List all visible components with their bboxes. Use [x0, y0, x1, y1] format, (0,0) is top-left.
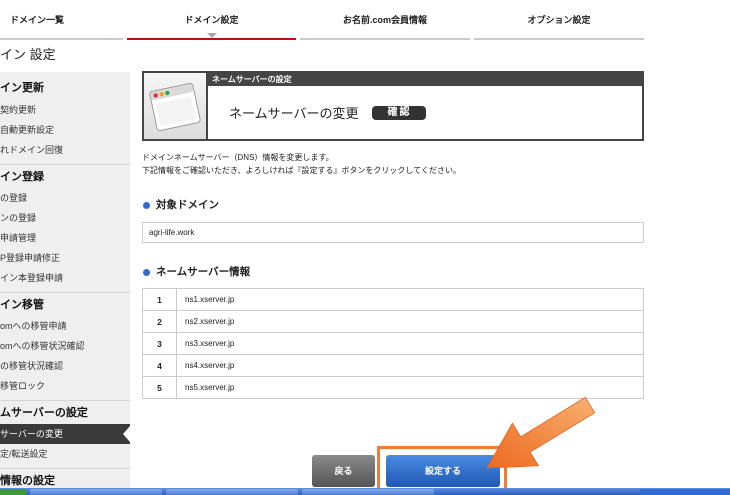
target-domain-value: agri-life.work — [142, 222, 644, 243]
sidebar-heading-registration: イン登録 — [0, 164, 130, 188]
window-icon-group — [149, 82, 201, 132]
tab-label: オプション設定 — [527, 15, 591, 25]
sidebar-section-transfer: イン移管 omへの移管申請 omへの移管状況確認 の移管状況確認 移管ロック — [0, 292, 130, 396]
description-line: 下記情報をご確認いただき、よろしければ『設定する』ボタンをクリックしてください。 — [142, 166, 461, 175]
sidebar-item-application-management[interactable]: 申請管理 — [0, 228, 130, 248]
tab-option-settings[interactable]: オプション設定 — [474, 0, 644, 40]
tab-label: ドメイン設定 — [184, 15, 239, 25]
panel-body: ネームサーバーの変更 確認 — [208, 86, 642, 139]
taskbar-button[interactable] — [30, 489, 162, 495]
page-header-panel: ネームサーバーの設定 ネームサーバーの変更 確認 — [142, 71, 644, 141]
row-number: 2 — [142, 310, 177, 333]
taskbar-button[interactable] — [166, 489, 298, 495]
sidebar-item-registration-2[interactable]: ンの登録 — [0, 208, 130, 228]
start-button[interactable] — [0, 489, 26, 495]
nameserver-host: ns2.xserver.jp — [176, 310, 644, 333]
tab-domain-list[interactable]: ドメイン一覧 — [0, 0, 123, 40]
sidebar-heading-renewal: イン更新 — [0, 82, 44, 94]
sidebar-section-registration: イン登録 の登録 ンの登録 申請管理 P登録申請修正 イン本登録申請 — [0, 164, 130, 288]
sidebar-section-nameserver: ムサーバーの設定 サーバーの変更 定/転送設定 — [0, 400, 130, 464]
status-badge: 確認 — [372, 105, 427, 120]
tab-label: お名前.com会員情報 — [342, 15, 427, 25]
tab-domain-settings[interactable]: ドメイン設定 — [127, 0, 296, 40]
row-number: 5 — [142, 376, 177, 399]
table-row: 2 ns2.xserver.jp — [142, 310, 644, 333]
description-line: ドメインネームサーバー（DNS）情報を変更します。 — [142, 153, 334, 162]
section-heading-label: ネームサーバー情報 — [156, 266, 251, 278]
sidebar-heading-transfer: イン移管 — [0, 292, 130, 316]
sidebar-item-auto-renewal[interactable]: 自動更新設定 — [0, 120, 130, 140]
target-domain-heading: 対象ドメイン — [142, 198, 219, 212]
sidebar-item-transfer-request[interactable]: omへの移管申請 — [0, 316, 130, 336]
sidebar-heading-nameserver: ムサーバーの設定 — [0, 400, 130, 424]
nameserver-host: ns4.xserver.jp — [176, 354, 644, 377]
tab-pointer-icon — [206, 33, 217, 38]
nameserver-host: ns5.xserver.jp — [176, 376, 644, 399]
nameserver-host: ns1.xserver.jp — [176, 288, 644, 311]
row-number: 4 — [142, 354, 177, 377]
section-heading-label: 対象ドメイン — [156, 199, 219, 211]
nameserver-heading: ネームサーバー情報 — [142, 265, 250, 279]
panel-title: ネームサーバーの変更 — [229, 106, 359, 121]
os-taskbar — [0, 488, 730, 495]
table-row: 1 ns1.xserver.jp — [142, 288, 644, 311]
sidebar-item-transfer-status-2[interactable]: の移管状況確認 — [0, 356, 130, 376]
table-row: 5 ns5.xserver.jp — [142, 376, 644, 399]
tab-member-info[interactable]: お名前.com会員情報 — [300, 0, 470, 40]
back-button[interactable]: 戻る — [312, 455, 375, 487]
nameserver-host: ns3.xserver.jp — [176, 332, 644, 355]
sidebar-item-nameserver-change[interactable]: サーバーの変更 — [0, 424, 130, 444]
highlight-box — [377, 446, 507, 494]
nameserver-table-body: 1 ns1.xserver.jp 2 ns2.xserver.jp 3 ns3.… — [142, 288, 644, 399]
sidebar-item-expired-recovery[interactable]: れドメイン回復 — [0, 140, 130, 160]
sidebar-item-dns-forwarding[interactable]: 定/転送設定 — [0, 444, 130, 464]
panel-icon-cell — [144, 73, 208, 139]
top-nav: ドメイン一覧 ドメイン設定 お名前.com会員情報 オプション設定 — [0, 0, 730, 40]
sidebar: イン更新 契約更新 自動更新設定 れドメイン回復 イン登録 の登録 ンの登録 申… — [0, 72, 130, 495]
table-row: 3 ns3.xserver.jp — [142, 332, 644, 355]
page-title: イン 設定 — [0, 47, 56, 62]
system-tray — [640, 489, 730, 495]
table-row: 4 ns4.xserver.jp — [142, 354, 644, 377]
row-number: 1 — [142, 288, 177, 311]
sidebar-item-registration[interactable]: の登録 — [0, 188, 130, 208]
sidebar-item-transfer-lock[interactable]: 移管ロック — [0, 376, 130, 396]
sidebar-item-transfer-status[interactable]: omへの移管状況確認 — [0, 336, 130, 356]
taskbar-button[interactable] — [302, 489, 434, 495]
description: ドメインネームサーバー（DNS）情報を変更します。 下記情報をご確認いただき、よ… — [142, 151, 461, 177]
sidebar-item-contract-renewal[interactable]: 契約更新 — [0, 100, 130, 120]
bullet-dot-icon — [143, 268, 150, 276]
window-icon — [149, 82, 201, 132]
row-number: 3 — [142, 332, 177, 355]
tab-label: ドメイン一覧 — [10, 15, 65, 25]
bullet-dot-icon — [143, 201, 150, 209]
sidebar-section-renewal: イン更新 契約更新 自動更新設定 れドメイン回復 — [0, 76, 130, 160]
sidebar-item-jp-application-edit[interactable]: P登録申請修正 — [0, 248, 130, 268]
nameserver-table: 1 ns1.xserver.jp 2 ns2.xserver.jp 3 ns3.… — [142, 288, 644, 399]
sidebar-item-final-registration[interactable]: イン本登録申請 — [0, 268, 130, 288]
panel-header: ネームサーバーの設定 — [208, 73, 642, 86]
